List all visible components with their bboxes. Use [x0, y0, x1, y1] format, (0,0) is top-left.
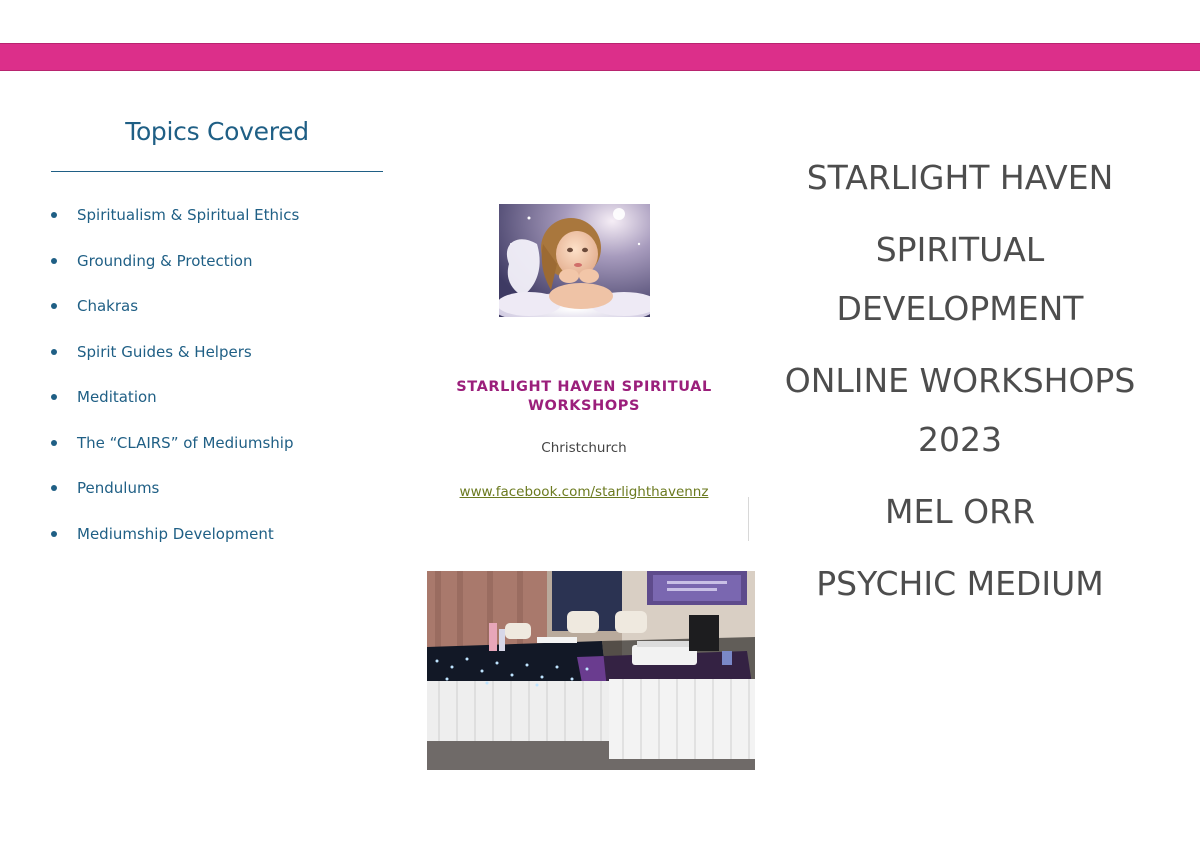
- facebook-link[interactable]: www.facebook.com/starlighthavennz: [440, 482, 728, 502]
- bullet-icon: [51, 439, 57, 446]
- topic-label: Grounding & Protection: [77, 251, 253, 270]
- topic-item: The “CLAIRS” of Mediumship: [48, 431, 299, 477]
- cover-line-year: 2023: [918, 420, 1002, 459]
- bullet-icon: [51, 348, 57, 355]
- cover-line-presenter-role: PSYCHIC MEDIUM: [816, 564, 1104, 603]
- topic-item: Chakras: [48, 294, 299, 340]
- topic-label: Spiritualism & Spiritual Ethics: [77, 206, 300, 224]
- top-accent-band: [0, 43, 1200, 71]
- topic-label: Meditation: [77, 388, 157, 406]
- cover-gap: [765, 338, 1155, 351]
- topic-label: Mediumship Development: [77, 524, 274, 543]
- bullet-icon: [51, 257, 57, 264]
- cover-line-online-workshops: ONLINE WORKSHOPS: [784, 361, 1136, 400]
- topic-item: Pendulums: [48, 476, 299, 522]
- topic-item: Grounding & Protection: [48, 249, 299, 295]
- cover-gap: [765, 541, 1155, 554]
- bullet-icon: [51, 212, 57, 218]
- cover-title-block: STARLIGHT HAVEN SPIRITUAL DEVELOPMENT ON…: [765, 148, 1155, 613]
- bullet-icon: [51, 303, 57, 309]
- topics-title: Topics Covered: [125, 117, 309, 146]
- workshop-heading-line2: WORKSHOPS: [527, 398, 641, 414]
- topic-label: Chakras: [77, 297, 139, 315]
- angel-photo: [499, 204, 650, 317]
- workshop-room-photo: [427, 571, 755, 770]
- topic-label: The “CLAIRS” of Mediumship: [77, 433, 294, 452]
- topics-list: Spiritualism & Spiritual Ethics Groundin…: [48, 203, 299, 567]
- topic-label: Pendulums: [77, 479, 160, 497]
- bullet-icon: [51, 530, 57, 537]
- cover-line-development: DEVELOPMENT: [836, 289, 1084, 328]
- city-label: Christchurch: [541, 440, 627, 456]
- cover-line-business-name: STARLIGHT HAVEN: [806, 158, 1114, 197]
- topics-divider: [51, 171, 383, 172]
- cover-gap: [765, 469, 1155, 482]
- workshop-heading: STARLIGHT HAVEN SPIRITUAL WORKSHOPS: [440, 378, 728, 416]
- workshop-heading-line1: STARLIGHT HAVEN SPIRITUAL: [456, 379, 712, 395]
- topic-item: Spirit Guides & Helpers: [48, 340, 299, 386]
- topic-label: Spirit Guides & Helpers: [77, 342, 252, 361]
- bullet-icon: [51, 485, 57, 491]
- topic-item: Mediumship Development: [48, 522, 299, 568]
- topic-item: Spiritualism & Spiritual Ethics: [48, 203, 299, 249]
- cover-line-spiritual: SPIRITUAL: [875, 230, 1045, 269]
- cover-line-presenter-name: MEL ORR: [884, 492, 1036, 531]
- cover-gap: [765, 207, 1155, 220]
- column-divider: [748, 497, 749, 541]
- bullet-icon: [51, 394, 57, 400]
- topic-item: Meditation: [48, 385, 299, 431]
